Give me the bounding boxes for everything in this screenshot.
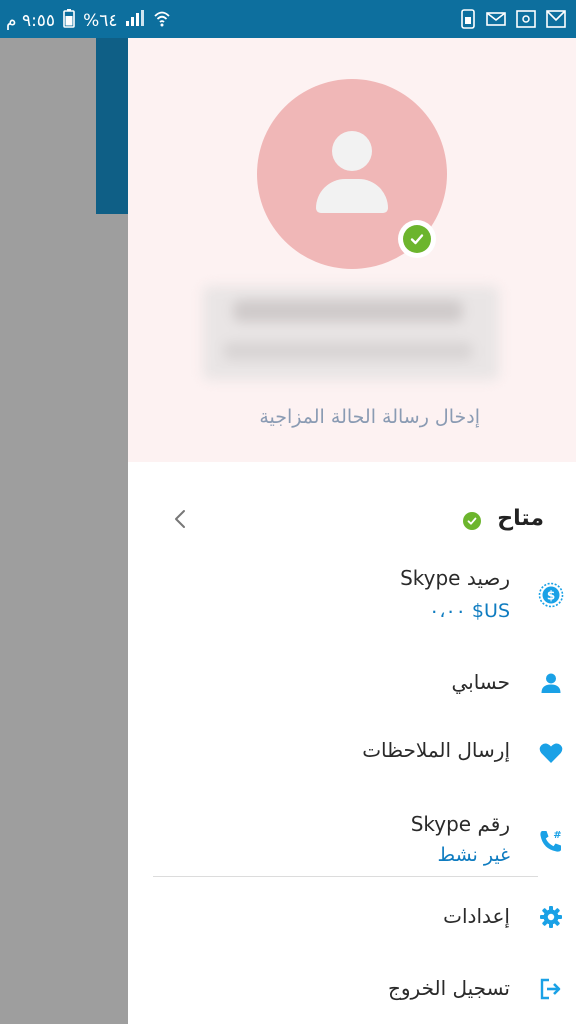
available-status-icon: [463, 512, 481, 530]
status-bar: ٩:٥٥ م %٦٤: [0, 0, 576, 38]
menu-divider: [153, 876, 538, 877]
menu-sign-out[interactable]: تسجيل الخروج: [128, 970, 576, 1010]
menu-my-account-label: حسابي: [451, 670, 510, 694]
navigation-drawer: إدخال رسالة الحالة المزاجية متاح $ رصيد …: [128, 38, 576, 1024]
menu-sign-out-label: تسجيل الخروج: [387, 976, 510, 1000]
menu-settings[interactable]: إعدادات: [128, 898, 576, 938]
status-label: متاح: [497, 506, 544, 531]
menu-skype-credit-label: رصيد Skype: [400, 566, 510, 590]
menu-settings-label: إعدادات: [443, 904, 510, 928]
clock: ٩:٥٥ م: [6, 10, 56, 31]
profile-header: إدخال رسالة الحالة المزاجية: [128, 38, 576, 462]
avatar-placeholder-body: [316, 179, 388, 213]
menu-send-feedback-label: إرسال الملاحظات: [362, 738, 510, 762]
person-icon: [538, 670, 564, 696]
menu-skype-number-label: رقم Skype: [410, 812, 510, 836]
signal-icon: [125, 9, 145, 32]
presence-badge: [398, 220, 436, 258]
phone-hash-icon: #: [538, 828, 564, 854]
chevron-left-icon: [168, 505, 192, 533]
heart-icon: [538, 740, 564, 766]
email-at-icon: [516, 10, 536, 32]
sim-icon: [460, 9, 476, 33]
svg-text:#: #: [553, 830, 561, 841]
menu-skype-credit-value: US$ ٠،٠٠: [429, 600, 510, 622]
avatar-placeholder-head: [332, 131, 372, 171]
menu-skype-number[interactable]: # رقم Skype غير نشط: [128, 808, 576, 874]
mail-icon: [486, 11, 506, 31]
notification-icons: [460, 9, 566, 33]
blurred-profile-name: [203, 286, 499, 380]
status-bar-left: ٩:٥٥ م %٦٤: [6, 8, 171, 33]
check-icon: [403, 225, 431, 253]
gear-icon: [538, 904, 564, 930]
dollar-circle-icon: $: [538, 582, 564, 608]
gmail-icon: [546, 10, 566, 32]
menu-send-feedback[interactable]: إرسال الملاحظات: [128, 732, 576, 772]
menu-my-account[interactable]: حسابي: [128, 664, 576, 704]
battery-icon: [63, 8, 75, 33]
svg-text:$: $: [547, 589, 555, 603]
wifi-icon: [153, 9, 171, 32]
battery-percent: %٦٤: [83, 10, 118, 31]
menu-skype-number-status: غير نشط: [437, 844, 510, 866]
mood-message-input[interactable]: إدخال رسالة الحالة المزاجية: [259, 406, 480, 428]
menu-skype-credit[interactable]: $ رصيد Skype US$ ٠،٠٠: [128, 562, 576, 632]
availability-status-row[interactable]: متاح: [128, 494, 576, 546]
sign-out-icon: [538, 976, 564, 1002]
